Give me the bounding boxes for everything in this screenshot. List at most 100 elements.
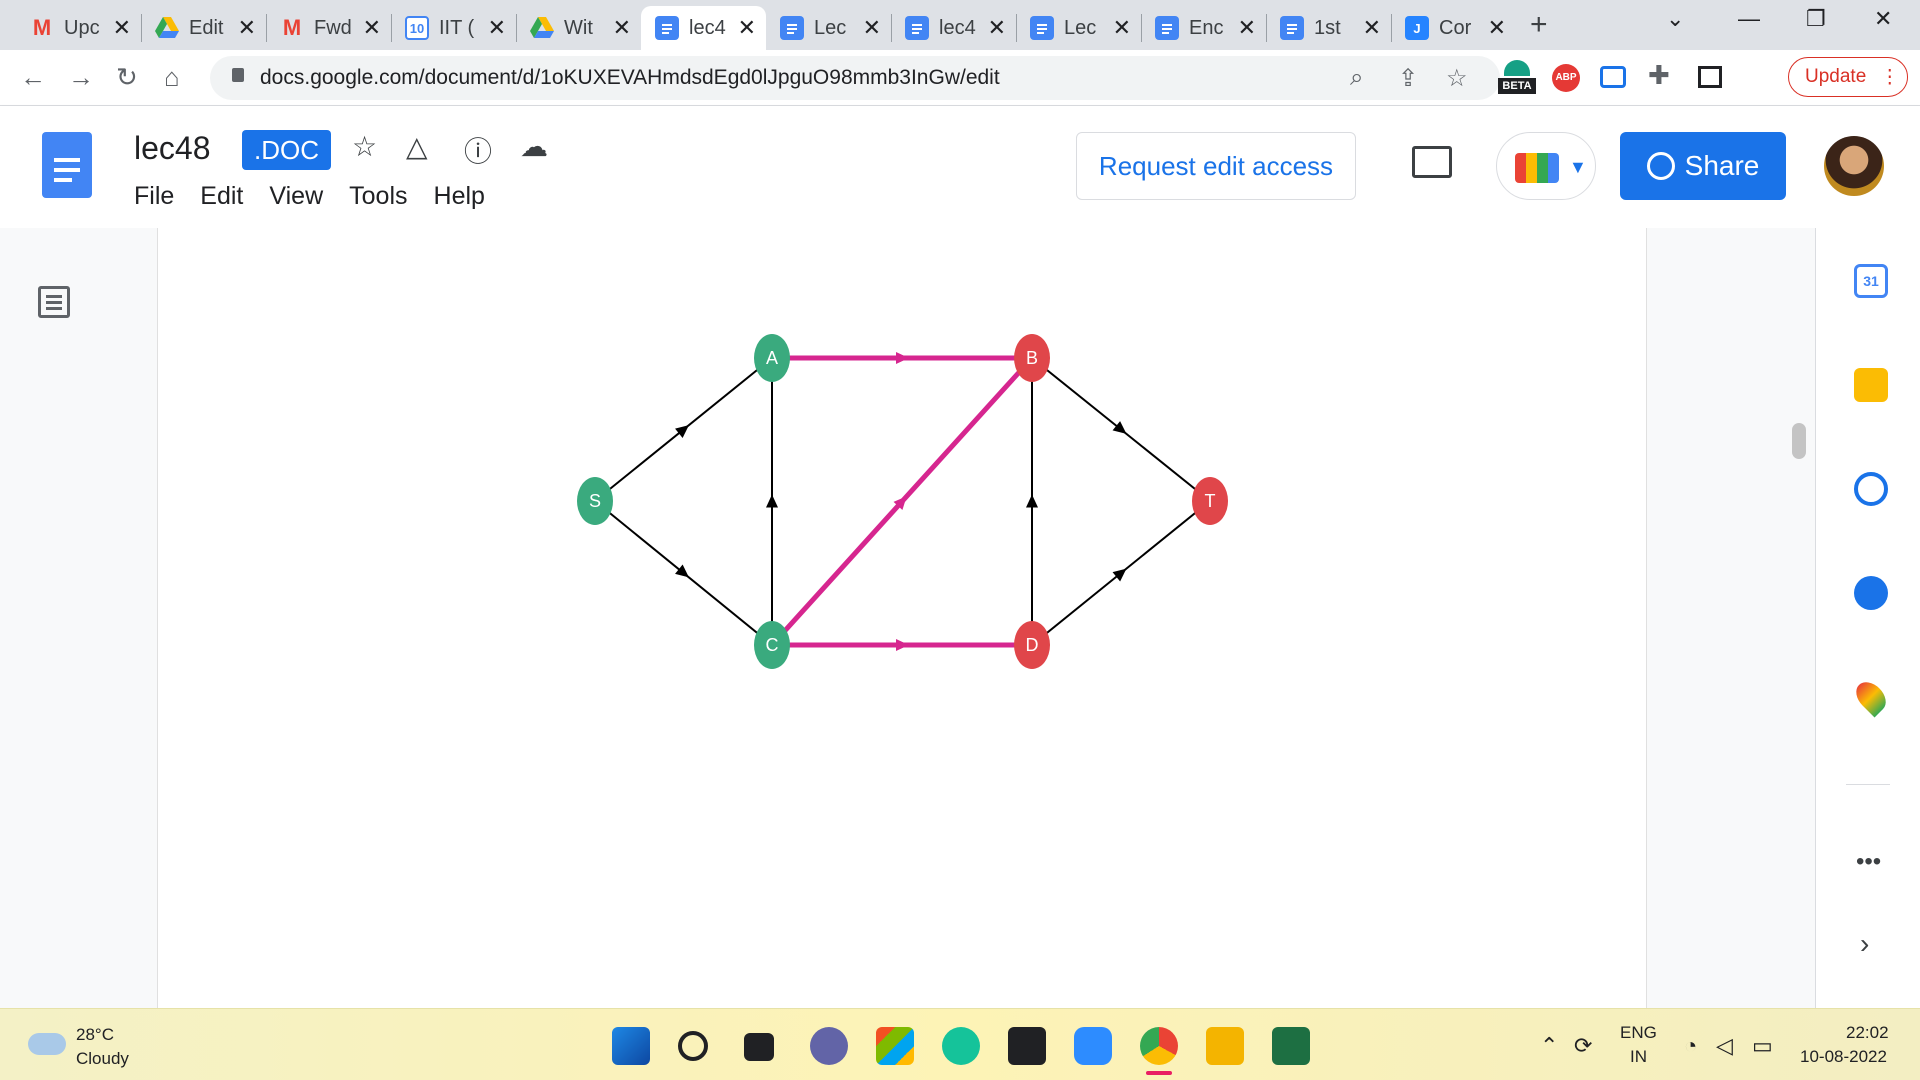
close-window-icon[interactable]: ✕ (1874, 6, 1892, 32)
meet-button[interactable]: ▼ (1496, 132, 1596, 200)
grammarly-icon[interactable] (942, 1027, 980, 1065)
docs-icon (1280, 16, 1304, 40)
reload-icon[interactable]: ↻ (116, 62, 138, 93)
store-icon[interactable] (876, 1027, 914, 1065)
keep-icon[interactable] (1854, 368, 1888, 402)
move-to-drive-icon[interactable]: △ (406, 130, 428, 163)
info-icon[interactable]: ⓘ (464, 130, 492, 170)
battery-icon[interactable]: ▭ (1752, 1033, 1773, 1059)
browser-tab[interactable]: Enc ✕ (1141, 6, 1266, 50)
file-explorer-icon[interactable] (1206, 1027, 1244, 1065)
start-icon[interactable] (612, 1027, 650, 1065)
close-tab-icon[interactable]: ✕ (113, 15, 131, 41)
tab-title: lec4 (939, 16, 976, 39)
expand-icon[interactable]: › (1860, 928, 1869, 960)
edge-arrowhead (896, 639, 909, 651)
calendar-icon[interactable]: 31 (1854, 264, 1888, 298)
clock-time[interactable]: 22:02 (1846, 1023, 1889, 1043)
browser-tab[interactable]: 10 IIT (✕ (391, 6, 516, 50)
menu-file[interactable]: File (134, 182, 174, 211)
home-icon[interactable]: ⌂ (164, 62, 180, 93)
menu-edit[interactable]: Edit (200, 182, 243, 211)
zoom-icon[interactable]: ⌕ (1350, 64, 1363, 92)
menu-help[interactable]: Help (434, 182, 485, 211)
minimize-icon[interactable]: — (1738, 6, 1760, 32)
screen-capture-icon[interactable] (1600, 66, 1626, 88)
close-tab-icon[interactable]: ✕ (238, 15, 256, 41)
sticky-notes-icon[interactable] (1008, 1027, 1046, 1065)
document-outline-icon[interactable] (38, 286, 70, 318)
extensions-puzzle-icon[interactable]: ✚ (1648, 60, 1670, 91)
docs-logo-icon[interactable] (42, 132, 92, 198)
back-icon[interactable]: ← (20, 62, 46, 93)
more-icon[interactable]: ••• (1856, 848, 1881, 876)
maps-icon[interactable] (1850, 676, 1892, 718)
url-text[interactable]: docs.google.com/document/d/1oKUXEVAHmdsd… (260, 66, 1000, 90)
excel-icon[interactable] (1272, 1027, 1310, 1065)
clock-date[interactable]: 10-08-2022 (1800, 1047, 1887, 1067)
close-tab-icon[interactable]: ✕ (488, 15, 506, 41)
zoom-app-icon[interactable] (1074, 1027, 1112, 1065)
browser-tab[interactable]: lec4 ✕ (891, 6, 1016, 50)
show-hidden-icons[interactable]: ⌃ (1540, 1033, 1558, 1059)
browser-tab[interactable]: Lec ✕ (1016, 6, 1141, 50)
share-button[interactable]: Share (1620, 132, 1786, 200)
star-icon[interactable]: ☆ (352, 130, 377, 163)
docs-icon (1030, 16, 1054, 40)
menu-view[interactable]: View (269, 182, 323, 211)
account-avatar[interactable] (1824, 136, 1884, 196)
share-page-icon[interactable]: ⇪ (1398, 64, 1418, 93)
document-page[interactable]: S A C B D T (157, 228, 1647, 1008)
wifi-icon[interactable]: ◔ (1684, 1033, 1697, 1059)
extension-beta-icon[interactable]: BETA (1498, 60, 1536, 96)
restore-icon[interactable]: ❐ (1806, 6, 1826, 32)
weather-description[interactable]: Cloudy (76, 1049, 129, 1069)
search-icon[interactable] (678, 1031, 708, 1061)
browser-tab[interactable]: Wit ✕ (516, 6, 641, 50)
close-tab-icon[interactable]: ✕ (1363, 15, 1381, 41)
chrome-icon[interactable] (1140, 1027, 1178, 1065)
browser-tab[interactable]: M Fwd ✕ (266, 6, 391, 50)
close-tab-icon[interactable]: ✕ (613, 15, 631, 41)
close-tab-icon[interactable]: ✕ (863, 15, 881, 41)
volume-muted-icon[interactable]: ◁ (1716, 1033, 1733, 1059)
task-view-icon[interactable] (744, 1033, 774, 1061)
browser-tab[interactable]: 1st ✕ (1266, 6, 1391, 50)
kebab-menu-icon[interactable]: ⋮ (1880, 66, 1899, 89)
adblock-icon[interactable]: ABP (1552, 64, 1580, 92)
bookmark-star-icon[interactable]: ☆ (1446, 64, 1468, 93)
omnibox[interactable]: docs.google.com/document/d/1oKUXEVAHmdsd… (210, 56, 1500, 100)
sync-icon[interactable]: ⟳ (1574, 1033, 1592, 1059)
close-tab-icon[interactable]: ✕ (1238, 15, 1256, 41)
browser-tab[interactable]: Lec ✕ (766, 6, 891, 50)
browser-tab[interactable]: Edit ✕ (141, 6, 266, 50)
forward-icon[interactable]: → (68, 62, 94, 93)
update-button[interactable]: Update ⋮ (1788, 57, 1908, 97)
close-tab-icon[interactable]: ✕ (363, 15, 381, 41)
close-tab-icon[interactable]: ✕ (988, 15, 1006, 41)
edge-arrowhead (896, 352, 909, 364)
tab-search-icon[interactable]: ⌄ (1666, 6, 1684, 32)
browser-tab[interactable]: M Upc ✕ (16, 6, 141, 50)
weather-temperature[interactable]: 28°C (76, 1025, 114, 1045)
close-tab-icon[interactable]: ✕ (1113, 15, 1131, 41)
side-panel-toggle-icon[interactable] (1698, 66, 1722, 88)
close-tab-icon[interactable]: ✕ (738, 15, 756, 41)
browser-tab[interactable]: lec4 ✕ (641, 6, 766, 50)
chat-icon[interactable] (810, 1027, 848, 1065)
language-indicator[interactable]: ENG (1620, 1023, 1657, 1043)
close-tab-icon[interactable]: ✕ (1488, 15, 1506, 41)
document-title[interactable]: lec48 (134, 130, 211, 167)
lock-icon[interactable] (232, 68, 244, 82)
browser-tab[interactable]: J Cor ✕ (1391, 6, 1516, 50)
cloud-status-icon[interactable]: ☁ (520, 130, 548, 163)
cloud-icon[interactable] (28, 1033, 66, 1055)
menu-tools[interactable]: Tools (349, 182, 407, 211)
scrollbar-thumb[interactable] (1792, 423, 1806, 459)
request-edit-access-button[interactable]: Request edit access (1076, 132, 1356, 200)
contacts-icon[interactable] (1854, 576, 1888, 610)
new-tab-button[interactable]: + (1530, 8, 1548, 42)
tasks-icon[interactable] (1854, 472, 1888, 506)
comments-icon[interactable] (1412, 146, 1452, 178)
language-region[interactable]: IN (1630, 1047, 1647, 1067)
